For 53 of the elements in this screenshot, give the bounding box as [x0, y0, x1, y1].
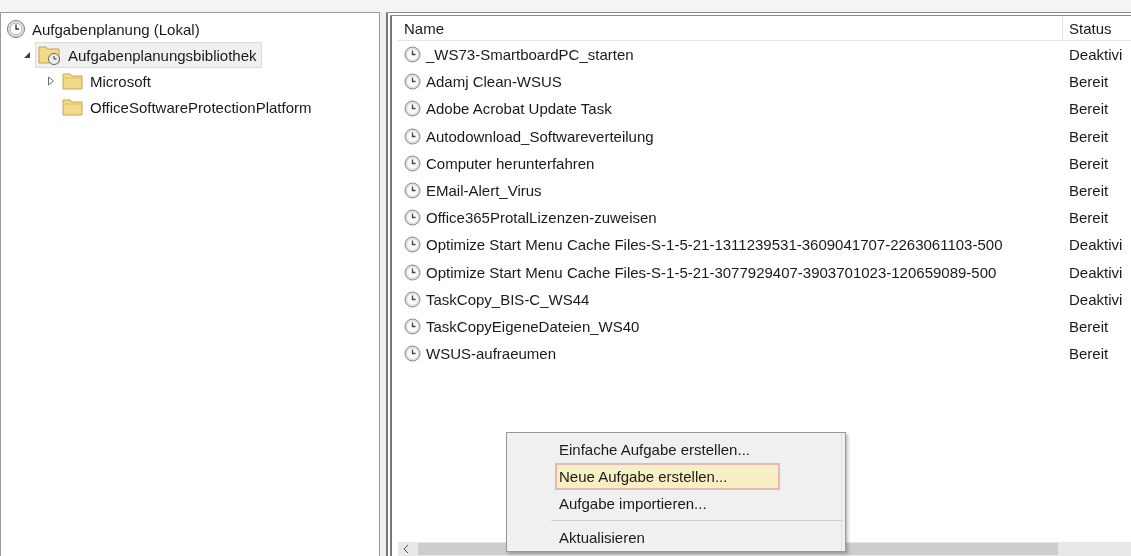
menu-item[interactable]: Neue Aufgabe erstellen... [555, 463, 780, 490]
task-status: Bereit [1068, 209, 1110, 227]
menu-item[interactable]: Aktualisieren [555, 524, 780, 551]
task-name[interactable]: Adobe Acrobat Update Task [426, 100, 612, 118]
tree-item[interactable]: Aufgabenplanungsbibliothek [35, 42, 262, 68]
task-status: Bereit [1068, 154, 1110, 172]
clock-icon [404, 154, 421, 172]
task-status: Deaktivi [1068, 263, 1124, 281]
clock-icon [404, 127, 421, 145]
tree-item[interactable]: Aufgabenplanung (Lokal) [3, 17, 205, 41]
clock-icon [404, 290, 421, 308]
clock-icon [404, 209, 421, 227]
task-status: Bereit [1068, 317, 1110, 335]
task-name[interactable]: TaskCopyEigeneDateien_WS40 [426, 317, 640, 335]
menu-item[interactable]: Aufgabe importieren... [555, 490, 780, 517]
task-status: Bereit [1068, 345, 1110, 363]
clock-icon [404, 46, 421, 64]
menu-item[interactable]: Einfache Aufgabe erstellen... [555, 436, 780, 463]
task-name[interactable]: Autodownload_Softwareverteilung [426, 127, 654, 145]
column-header[interactable]: Status [1063, 16, 1131, 40]
clock-icon [404, 100, 421, 118]
folder-icon [62, 98, 84, 116]
expanded-triangle-icon[interactable] [23, 51, 31, 59]
task-status: Bereit [1068, 73, 1110, 91]
task-name[interactable]: Optimize Start Menu Cache Files-S-1-5-21-1311239531-3609041707-2263061103-500 [426, 236, 1003, 254]
tree-item[interactable]: Microsoft [59, 70, 156, 92]
task-name[interactable]: Office365ProtalLizenzen-zuweisen [426, 209, 657, 227]
task-name[interactable]: Adamj Clean-WSUS [426, 73, 562, 91]
folder-icon [62, 72, 84, 90]
column-header[interactable]: Name [398, 16, 1063, 40]
clock-icon [404, 345, 421, 363]
task-name[interactable]: _WS73-SmartboardPC_starten [426, 46, 634, 64]
clock-icon [404, 317, 421, 335]
task-status: Bereit [1068, 127, 1110, 145]
task-name[interactable]: WSUS-aufraeumen [426, 345, 557, 363]
scroll-left-icon[interactable] [402, 545, 410, 553]
task-name[interactable]: Computer herunterfahren [426, 154, 595, 172]
task-name[interactable]: EMail-Alert_Virus [426, 182, 542, 200]
clock-icon [6, 19, 26, 39]
clock-icon [404, 263, 421, 281]
task-status: Bereit [1068, 100, 1110, 118]
collapsed-triangle-icon[interactable] [47, 76, 55, 86]
task-name[interactable]: Optimize Start Menu Cache Files-S-1-5-21-3077929407-3903701023-120659089-500 [426, 263, 997, 281]
clock-icon [404, 236, 421, 254]
task-name[interactable]: TaskCopy_BIS-C_WS44 [426, 290, 590, 308]
clock-icon [404, 73, 421, 91]
task-status: Bereit [1068, 182, 1110, 200]
task-status: Deaktivi [1068, 236, 1124, 254]
task-status: Deaktivi [1068, 46, 1124, 64]
folder-clock-icon [38, 44, 62, 66]
tree-item[interactable]: OfficeSoftwareProtectionPlatform [59, 96, 317, 118]
clock-icon [404, 182, 421, 200]
task-status: Deaktivi [1068, 290, 1124, 308]
